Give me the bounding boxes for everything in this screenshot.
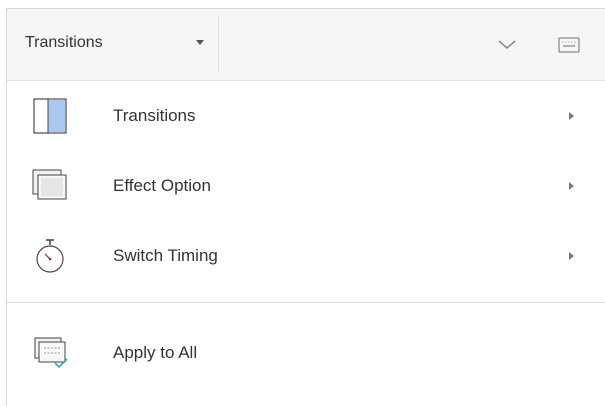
menu-item-effect-option[interactable]: Effect Option xyxy=(7,151,605,221)
panel-header: Transitions xyxy=(7,9,605,81)
effect-option-icon xyxy=(32,169,67,200)
chevron-down-icon xyxy=(498,40,516,49)
apply-to-all-icon xyxy=(34,337,68,369)
caret-right-icon xyxy=(569,112,574,120)
apply-to-all-button[interactable]: Apply to All xyxy=(7,319,605,387)
menu-divider xyxy=(7,302,605,303)
panel-title: Transitions xyxy=(25,34,103,51)
keyboard-icon xyxy=(558,37,580,53)
transition-slide-icon xyxy=(33,98,67,134)
keyboard-button[interactable] xyxy=(553,29,585,61)
menu-item-label: Switch Timing xyxy=(113,246,218,265)
caret-right-icon xyxy=(569,252,574,260)
panel-type-dropdown[interactable]: Transitions xyxy=(7,9,217,80)
menu-item-label: Effect Option xyxy=(113,176,211,195)
caret-right-icon xyxy=(569,182,574,190)
collapse-button[interactable] xyxy=(491,29,523,61)
menu-item-switch-timing[interactable]: Switch Timing xyxy=(7,221,605,291)
menu-item-label: Transitions xyxy=(113,106,196,125)
transitions-panel: Transitions Transitions Effect Option Sw… xyxy=(6,8,605,406)
caret-down-icon xyxy=(196,40,204,45)
header-divider xyxy=(218,17,219,73)
stopwatch-icon xyxy=(36,239,64,273)
apply-to-all-label: Apply to All xyxy=(113,343,198,362)
menu-item-transitions[interactable]: Transitions xyxy=(7,81,605,151)
